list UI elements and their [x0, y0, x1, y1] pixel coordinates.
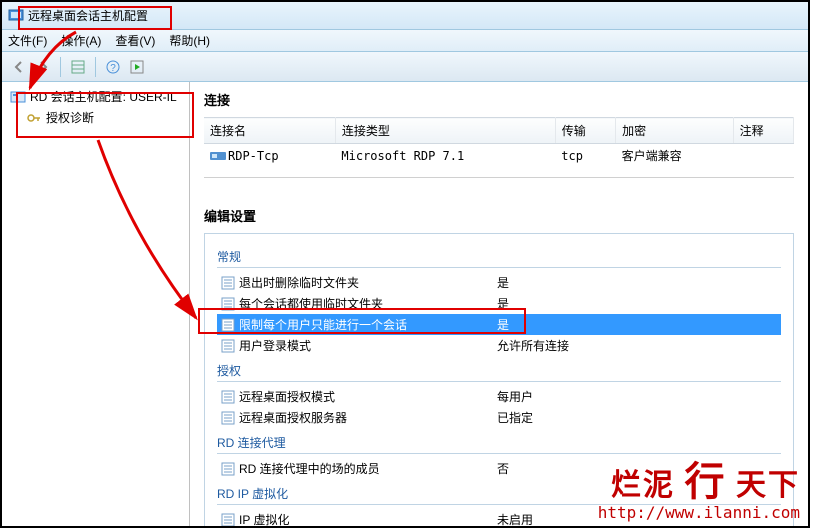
conn-comment [733, 144, 793, 168]
app-icon [8, 8, 24, 24]
arrow-right-icon [36, 60, 50, 74]
edit-settings-title: 编辑设置 [204, 206, 794, 225]
play-icon [130, 60, 144, 74]
watermark-text-2: 行 [685, 459, 727, 504]
toolbar-separator [60, 57, 61, 77]
settings-group-header: 授权 [217, 362, 781, 382]
key-icon [26, 110, 42, 126]
setting-value: 允许所有连接 [497, 337, 781, 354]
setting-label: 远程桌面授权服务器 [239, 409, 347, 426]
setting-label: 远程桌面授权模式 [239, 388, 335, 405]
setting-label: IP 虚拟化 [239, 511, 289, 526]
view-button[interactable] [67, 56, 89, 78]
tree-root-item[interactable]: RD 会话主机配置: USER-IL [6, 86, 185, 107]
col-encryption[interactable]: 加密 [616, 118, 733, 144]
col-comment[interactable]: 注释 [733, 118, 793, 144]
setting-label: 每个会话都使用临时文件夹 [239, 295, 383, 312]
menubar: 文件(F) 操作(A) 查看(V) 帮助(H) [2, 30, 808, 52]
menu-file[interactable]: 文件(F) [8, 32, 47, 49]
property-icon [221, 513, 235, 527]
help-button[interactable]: ? [102, 56, 124, 78]
forward-button[interactable] [32, 56, 54, 78]
setting-row[interactable]: 每个会话都使用临时文件夹 是 [217, 293, 781, 314]
conn-encryption: 客户端兼容 [616, 144, 733, 168]
property-icon [221, 339, 235, 353]
menu-action[interactable]: 操作(A) [61, 32, 101, 49]
tree-root-label: RD 会话主机配置: USER-IL [30, 88, 177, 105]
tree-panel: RD 会话主机配置: USER-IL 授权诊断 [2, 82, 190, 526]
back-button[interactable] [8, 56, 30, 78]
setting-value: 已指定 [497, 409, 781, 426]
arrow-left-icon [12, 60, 26, 74]
window-title: 远程桌面会话主机配置 [28, 7, 148, 24]
setting-value: 是 [497, 274, 781, 291]
setting-label: 用户登录模式 [239, 337, 311, 354]
setting-row[interactable]: 限制每个用户只能进行一个会话 是 [217, 314, 781, 335]
toolbar: ? [2, 52, 808, 82]
svg-text:?: ? [110, 63, 116, 74]
divider [204, 177, 794, 178]
settings-group-header: 常规 [217, 248, 781, 268]
property-icon [221, 297, 235, 311]
menu-help[interactable]: 帮助(H) [169, 32, 210, 49]
setting-label: 限制每个用户只能进行一个会话 [239, 316, 407, 333]
server-icon [10, 89, 26, 105]
connection-row[interactable]: RDP-Tcp Microsoft RDP 7.1tcp客户端兼容 [204, 144, 794, 168]
connections-table: 连接名 连接类型 传输 加密 注释 RDP-Tcp Microsoft RDP 7… [204, 117, 794, 167]
setting-row[interactable]: 用户登录模式 允许所有连接 [217, 335, 781, 356]
menu-view[interactable]: 查看(V) [115, 32, 155, 49]
conn-type: Microsoft RDP 7.1 [335, 144, 555, 168]
toolbar-separator [95, 57, 96, 77]
connections-title: 连接 [204, 90, 794, 109]
property-icon [221, 390, 235, 404]
setting-label: 退出时删除临时文件夹 [239, 274, 359, 291]
tree-child-label: 授权诊断 [46, 109, 94, 126]
play-button[interactable] [126, 56, 148, 78]
window-titlebar: 远程桌面会话主机配置 [2, 2, 808, 30]
setting-label: RD 连接代理中的场的成员 [239, 460, 380, 477]
conn-transport: tcp [555, 144, 615, 168]
property-icon [221, 318, 235, 332]
help-icon: ? [106, 60, 120, 74]
property-icon [221, 462, 235, 476]
connection-icon [210, 150, 226, 162]
watermark-text-3: 天下 [736, 469, 800, 502]
conn-name: RDP-Tcp [228, 149, 279, 163]
watermark: 烂泥 行 天下 http://www.ilanni.com [598, 449, 800, 522]
grid-icon [71, 60, 85, 74]
setting-value: 是 [497, 316, 781, 333]
setting-row[interactable]: 远程桌面授权模式 每用户 [217, 386, 781, 407]
watermark-text-1: 烂泥 [611, 469, 675, 502]
col-type[interactable]: 连接类型 [335, 118, 555, 144]
property-icon [221, 276, 235, 290]
watermark-url: http://www.ilanni.com [598, 503, 800, 522]
property-icon [221, 411, 235, 425]
setting-row[interactable]: 退出时删除临时文件夹 是 [217, 272, 781, 293]
col-name[interactable]: 连接名 [204, 118, 335, 144]
tree-child-item[interactable]: 授权诊断 [6, 107, 185, 128]
setting-value: 每用户 [497, 388, 781, 405]
col-transport[interactable]: 传输 [555, 118, 615, 144]
setting-row[interactable]: 远程桌面授权服务器 已指定 [217, 407, 781, 428]
setting-value: 是 [497, 295, 781, 312]
